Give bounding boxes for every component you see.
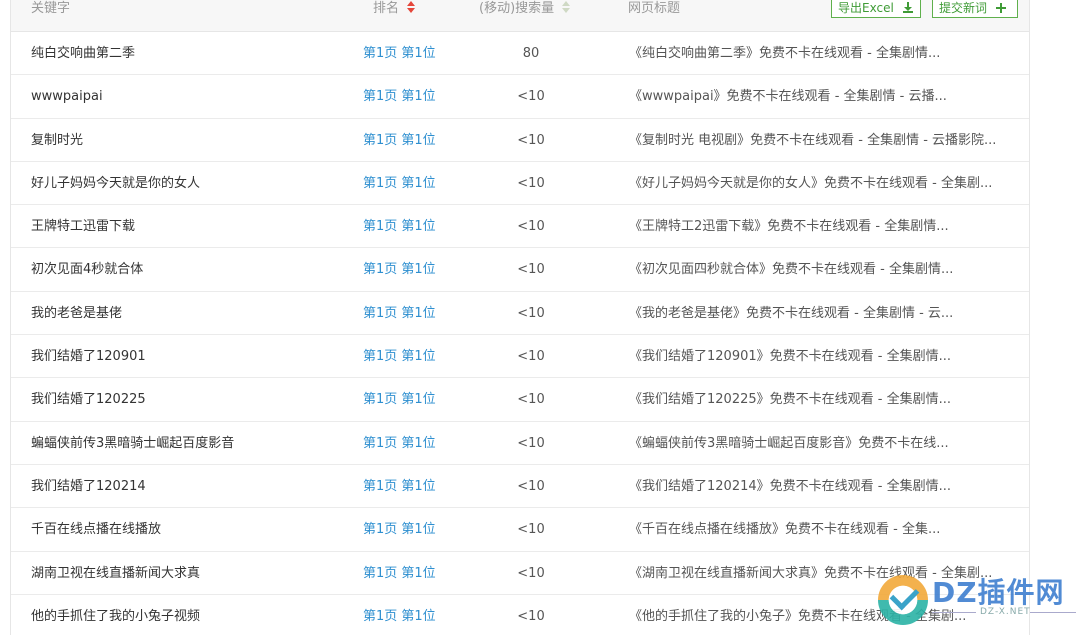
export-excel-label: 导出Excel bbox=[838, 1, 894, 15]
page-title-cell[interactable]: 《蝙蝠侠前传3黑暗骑士崛起百度影音》免费不卡在线... bbox=[629, 422, 1025, 465]
table-row: 我们结婚了120214 第1页 第1位 <10 《我们结婚了120214》免费不卡在线… bbox=[11, 465, 1029, 509]
search-volume-cell: <10 bbox=[517, 522, 545, 538]
rank-link[interactable]: 第1页 第1位 bbox=[363, 32, 436, 75]
table-row: 千百在线点播在线播放 第1页 第1位 <10 《千百在线点播在线播放》免费不卡在线观看… bbox=[11, 508, 1029, 552]
column-header-keyword[interactable]: 关键字 bbox=[31, 0, 70, 20]
page-title-cell[interactable]: 《我的老爸是基佬》免费不卡在线观看 - 全集剧情 - 云... bbox=[629, 292, 1025, 335]
search-volume-cell: <10 bbox=[517, 478, 545, 494]
rank-link[interactable]: 第1页 第1位 bbox=[363, 205, 436, 248]
rank-link[interactable]: 第1页 第1位 bbox=[363, 378, 436, 421]
keyword-ranking-table: 关键字 排名 (移动)搜索量 网页标题 导出Excel 提交新词 纯白交响曲第二… bbox=[10, 0, 1030, 635]
keyword-cell[interactable]: 纯白交响曲第二季 bbox=[31, 32, 351, 75]
rank-link[interactable]: 第1页 第1位 bbox=[363, 335, 436, 378]
page-title-cell[interactable]: 《我们结婚了120225》免费不卡在线观看 - 全集剧情... bbox=[629, 378, 1025, 421]
page-title-cell[interactable]: 《我们结婚了120901》免费不卡在线观看 - 全集剧情... bbox=[629, 335, 1025, 378]
search-volume-cell: 80 bbox=[522, 46, 540, 61]
search-volume-cell: <10 bbox=[517, 219, 545, 235]
table-body: 纯白交响曲第二季 第1页 第1位 80 《纯白交响曲第二季》免费不卡在线观看 - 全集… bbox=[11, 32, 1029, 635]
table-row: 我们结婚了120901 第1页 第1位 <10 《我们结婚了120901》免费不卡在线… bbox=[11, 335, 1029, 379]
sort-arrows-icon[interactable] bbox=[562, 0, 571, 15]
table-row: 湖南卫视在线直播新闻大求真 第1页 第1位 <10 《湖南卫视在线直播新闻大求真》免费… bbox=[11, 552, 1029, 595]
sort-arrows-icon[interactable] bbox=[407, 0, 416, 15]
keyword-cell[interactable]: 初次见面4秒就合体 bbox=[31, 248, 351, 291]
search-volume-cell: <10 bbox=[517, 435, 545, 451]
table-row: 好儿子妈妈今天就是你的女人 第1页 第1位 <10 《好儿子妈妈今天就是你的女人》免费… bbox=[11, 162, 1029, 206]
column-header-title: 网页标题 bbox=[628, 1, 681, 16]
download-icon bbox=[902, 2, 913, 13]
keyword-cell[interactable]: 我们结婚了120225 bbox=[31, 378, 351, 421]
page-title-cell[interactable]: 《wwwpaipai》免费不卡在线观看 - 全集剧情 - 云播... bbox=[629, 75, 1025, 118]
keyword-cell[interactable]: 好儿子妈妈今天就是你的女人 bbox=[31, 162, 351, 205]
table-row: 我们结婚了120225 第1页 第1位 <10 《我们结婚了120225》免费不卡在线… bbox=[11, 378, 1029, 422]
keyword-cell[interactable]: 他的手抓住了我的小兔子视频 bbox=[31, 595, 351, 635]
rank-link[interactable]: 第1页 第1位 bbox=[363, 595, 436, 635]
rank-link[interactable]: 第1页 第1位 bbox=[363, 552, 436, 595]
column-header-volume-label: (移动)搜索量 bbox=[479, 1, 555, 16]
keyword-cell[interactable]: 湖南卫视在线直播新闻大求真 bbox=[31, 552, 351, 595]
page-title-cell[interactable]: 《好儿子妈妈今天就是你的女人》免费不卡在线观看 - 全集剧... bbox=[629, 162, 1025, 205]
search-volume-cell: <10 bbox=[517, 305, 545, 321]
rank-link[interactable]: 第1页 第1位 bbox=[363, 508, 436, 551]
search-volume-cell: <10 bbox=[517, 392, 545, 408]
table-row: wwwpaipai 第1页 第1位 <10 《wwwpaipai》免费不卡在线观看 -… bbox=[11, 75, 1029, 119]
table-row: 复制时光 第1页 第1位 <10 《复制时光 电视剧》免费不卡在线观看 - 全集剧情 … bbox=[11, 119, 1029, 162]
page-title-cell[interactable]: 《他的手抓住了我的小兔子》免费不卡在线观看 - 全集剧... bbox=[629, 595, 1025, 635]
page-title-cell[interactable]: 《纯白交响曲第二季》免费不卡在线观看 - 全集剧情... bbox=[629, 32, 1025, 75]
rank-link[interactable]: 第1页 第1位 bbox=[363, 292, 436, 335]
column-header-volume[interactable]: (移动)搜索量 bbox=[479, 0, 571, 20]
column-header-rank[interactable]: 排名 bbox=[373, 0, 416, 20]
rank-link[interactable]: 第1页 第1位 bbox=[363, 162, 436, 205]
rank-link[interactable]: 第1页 第1位 bbox=[363, 465, 436, 508]
rank-link[interactable]: 第1页 第1位 bbox=[363, 119, 436, 162]
keyword-cell[interactable]: 我们结婚了120901 bbox=[31, 335, 351, 378]
table-header: 关键字 排名 (移动)搜索量 网页标题 导出Excel 提交新词 bbox=[11, 0, 1029, 32]
page-title-cell[interactable]: 《王牌特工2迅雷下载》免费不卡在线观看 - 全集剧情... bbox=[629, 205, 1025, 248]
search-volume-cell: <10 bbox=[517, 349, 545, 365]
search-volume-cell: <10 bbox=[517, 262, 545, 278]
keyword-cell[interactable]: 千百在线点播在线播放 bbox=[31, 508, 351, 551]
column-header-rank-label: 排名 bbox=[373, 1, 400, 16]
table-row: 蝙蝠侠前传3黑暗骑士崛起百度影音 第1页 第1位 <10 《蝙蝠侠前传3黑暗骑士崛起百… bbox=[11, 422, 1029, 465]
page-title-cell[interactable]: 《我们结婚了120214》免费不卡在线观看 - 全集剧情... bbox=[629, 465, 1025, 508]
search-volume-cell: <10 bbox=[517, 608, 545, 624]
search-volume-cell: <10 bbox=[517, 132, 545, 148]
keyword-cell[interactable]: 蝙蝠侠前传3黑暗骑士崛起百度影音 bbox=[31, 422, 351, 465]
page-title-cell[interactable]: 《复制时光 电视剧》免费不卡在线观看 - 全集剧情 - 云播影院... bbox=[629, 119, 1025, 162]
table-row: 纯白交响曲第二季 第1页 第1位 80 《纯白交响曲第二季》免费不卡在线观看 - 全集… bbox=[11, 32, 1029, 76]
rank-link[interactable]: 第1页 第1位 bbox=[363, 422, 436, 465]
keyword-cell[interactable]: 我们结婚了120214 bbox=[31, 465, 351, 508]
page-title-cell[interactable]: 《初次见面四秒就合体》免费不卡在线观看 - 全集剧情... bbox=[629, 248, 1025, 291]
plus-icon bbox=[995, 2, 1006, 13]
table-row: 王牌特工迅雷下载 第1页 第1位 <10 《王牌特工2迅雷下载》免费不卡在线观看 - … bbox=[11, 205, 1029, 249]
page-title-cell[interactable]: 《湖南卫视在线直播新闻大求真》免费不卡在线观看 - 全集剧... bbox=[629, 552, 1025, 595]
rank-link[interactable]: 第1页 第1位 bbox=[363, 75, 436, 118]
search-volume-cell: <10 bbox=[517, 89, 545, 105]
search-volume-cell: <10 bbox=[517, 565, 545, 581]
keyword-cell[interactable]: 我的老爸是基佬 bbox=[31, 292, 351, 335]
table-row: 他的手抓住了我的小兔子视频 第1页 第1位 <10 《他的手抓住了我的小兔子》免费不卡… bbox=[11, 595, 1029, 635]
submit-new-keyword-button[interactable]: 提交新词 bbox=[932, 0, 1018, 18]
search-volume-cell: <10 bbox=[517, 175, 545, 191]
keyword-cell[interactable]: wwwpaipai bbox=[31, 75, 351, 118]
rank-link[interactable]: 第1页 第1位 bbox=[363, 248, 436, 291]
export-excel-button[interactable]: 导出Excel bbox=[831, 0, 921, 18]
page-margin bbox=[1030, 0, 1081, 635]
table-row: 初次见面4秒就合体 第1页 第1位 <10 《初次见面四秒就合体》免费不卡在线观看 -… bbox=[11, 248, 1029, 292]
submit-new-keyword-label: 提交新词 bbox=[939, 1, 988, 15]
keyword-cell[interactable]: 王牌特工迅雷下载 bbox=[31, 205, 351, 248]
keyword-cell[interactable]: 复制时光 bbox=[31, 119, 351, 162]
table-row: 我的老爸是基佬 第1页 第1位 <10 《我的老爸是基佬》免费不卡在线观看 - 全集剧… bbox=[11, 292, 1029, 336]
page-title-cell[interactable]: 《千百在线点播在线播放》免费不卡在线观看 - 全集... bbox=[629, 508, 1025, 551]
